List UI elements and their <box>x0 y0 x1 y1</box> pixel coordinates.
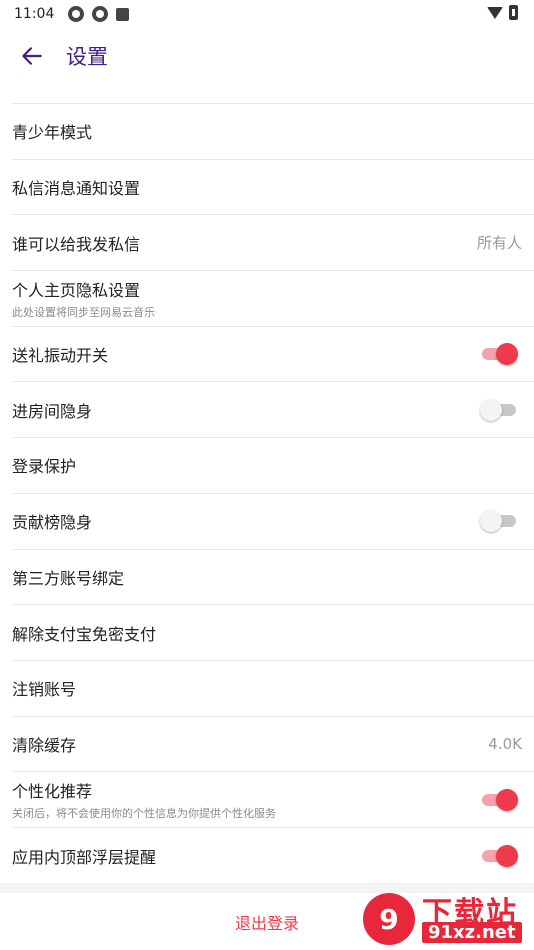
settings-row-clear-cache[interactable]: 清除缓存 4.0K <box>12 717 534 773</box>
settings-row-label: 清除缓存 <box>12 735 77 755</box>
settings-row-label: 谁可以给我发私信 <box>12 234 141 254</box>
settings-row-label: 贡献榜隐身 <box>12 513 93 533</box>
settings-row-room-invisible: 进房间隐身 <box>12 382 534 439</box>
battery-icon <box>509 5 518 20</box>
settings-row-teen-mode[interactable]: 青少年模式 <box>12 104 534 160</box>
settings-row-label: 进房间隐身 <box>12 401 93 421</box>
settings-row-label: 登录保护 <box>12 457 77 477</box>
settings-row-gift-vibration: 送礼振动开关 <box>12 327 534 383</box>
watermark: 9 下载站 91xz.net <box>360 886 530 948</box>
wifi-icon <box>487 6 503 19</box>
settings-row-homepage-privacy[interactable]: 个人主页隐私设置 此处设置将同步至网易云音乐 <box>12 271 534 327</box>
settings-row-label: 注销账号 <box>12 680 77 700</box>
personalized-recommend-toggle[interactable] <box>480 788 518 812</box>
floating-reminder-toggle[interactable] <box>480 844 518 868</box>
app-notification-icon-2 <box>92 6 109 22</box>
room-invisible-toggle[interactable] <box>480 398 518 422</box>
cache-size-value: 4.0K <box>488 734 522 753</box>
settings-list: 青少年模式 私信消息通知设置 谁可以给我发私信 所有人 个人主页隐私设置 此处设… <box>12 103 534 884</box>
settings-row-login-protection[interactable]: 登录保护 <box>12 438 534 494</box>
settings-row-label: 应用内顶部浮层提醒 <box>12 847 157 867</box>
settings-row-label: 青少年模式 <box>12 123 93 143</box>
settings-row-label: 个人主页隐私设置 <box>12 280 141 300</box>
gift-vibration-toggle[interactable] <box>480 342 518 366</box>
settings-row-message-notification[interactable]: 私信消息通知设置 <box>12 160 534 216</box>
arrow-left-icon <box>22 47 42 65</box>
page-title: 设置 <box>66 45 108 69</box>
settings-row-delete-account[interactable]: 注销账号 <box>12 661 534 717</box>
status-bar: 11:04 <box>0 0 534 28</box>
settings-row-label: 个性化推荐 <box>12 782 93 802</box>
settings-row-subtitle: 此处设置将同步至网易云音乐 <box>12 305 155 319</box>
settings-row-alipay-unbind[interactable]: 解除支付宝免密支付 <box>12 605 534 661</box>
settings-row-third-party-binding[interactable]: 第三方账号绑定 <box>12 550 534 606</box>
settings-row-label: 私信消息通知设置 <box>12 179 141 199</box>
settings-row-label: 解除支付宝免密支付 <box>12 624 157 644</box>
settings-row-who-can-message[interactable]: 谁可以给我发私信 所有人 <box>12 215 534 272</box>
settings-row-label: 送礼振动开关 <box>12 346 109 366</box>
toolbar: 设置 <box>0 28 534 84</box>
settings-row-label: 第三方账号绑定 <box>12 568 125 588</box>
contribution-invisible-toggle[interactable] <box>480 509 518 533</box>
settings-row-contribution-invisible: 贡献榜隐身 <box>12 494 534 550</box>
svg-text:9: 9 <box>379 903 398 936</box>
status-indicators <box>487 5 518 20</box>
settings-row-personalized-recommend: 个性化推荐 关闭后，将不会使用你的个性信息为你提供个性化服务 <box>12 772 534 828</box>
status-time: 11:04 <box>14 6 55 22</box>
app-notification-icon <box>68 6 85 22</box>
watermark-logo-icon: 9 <box>363 893 415 945</box>
back-button[interactable] <box>10 34 54 78</box>
settings-row-subtitle: 关闭后，将不会使用你的个性信息为你提供个性化服务 <box>12 807 276 821</box>
settings-row-floating-reminder: 应用内顶部浮层提醒 <box>12 828 534 884</box>
watermark-bottom-text: 91xz.net <box>422 922 522 943</box>
app-notification-icon-3 <box>116 7 130 21</box>
settings-row-value: 所有人 <box>476 234 522 253</box>
